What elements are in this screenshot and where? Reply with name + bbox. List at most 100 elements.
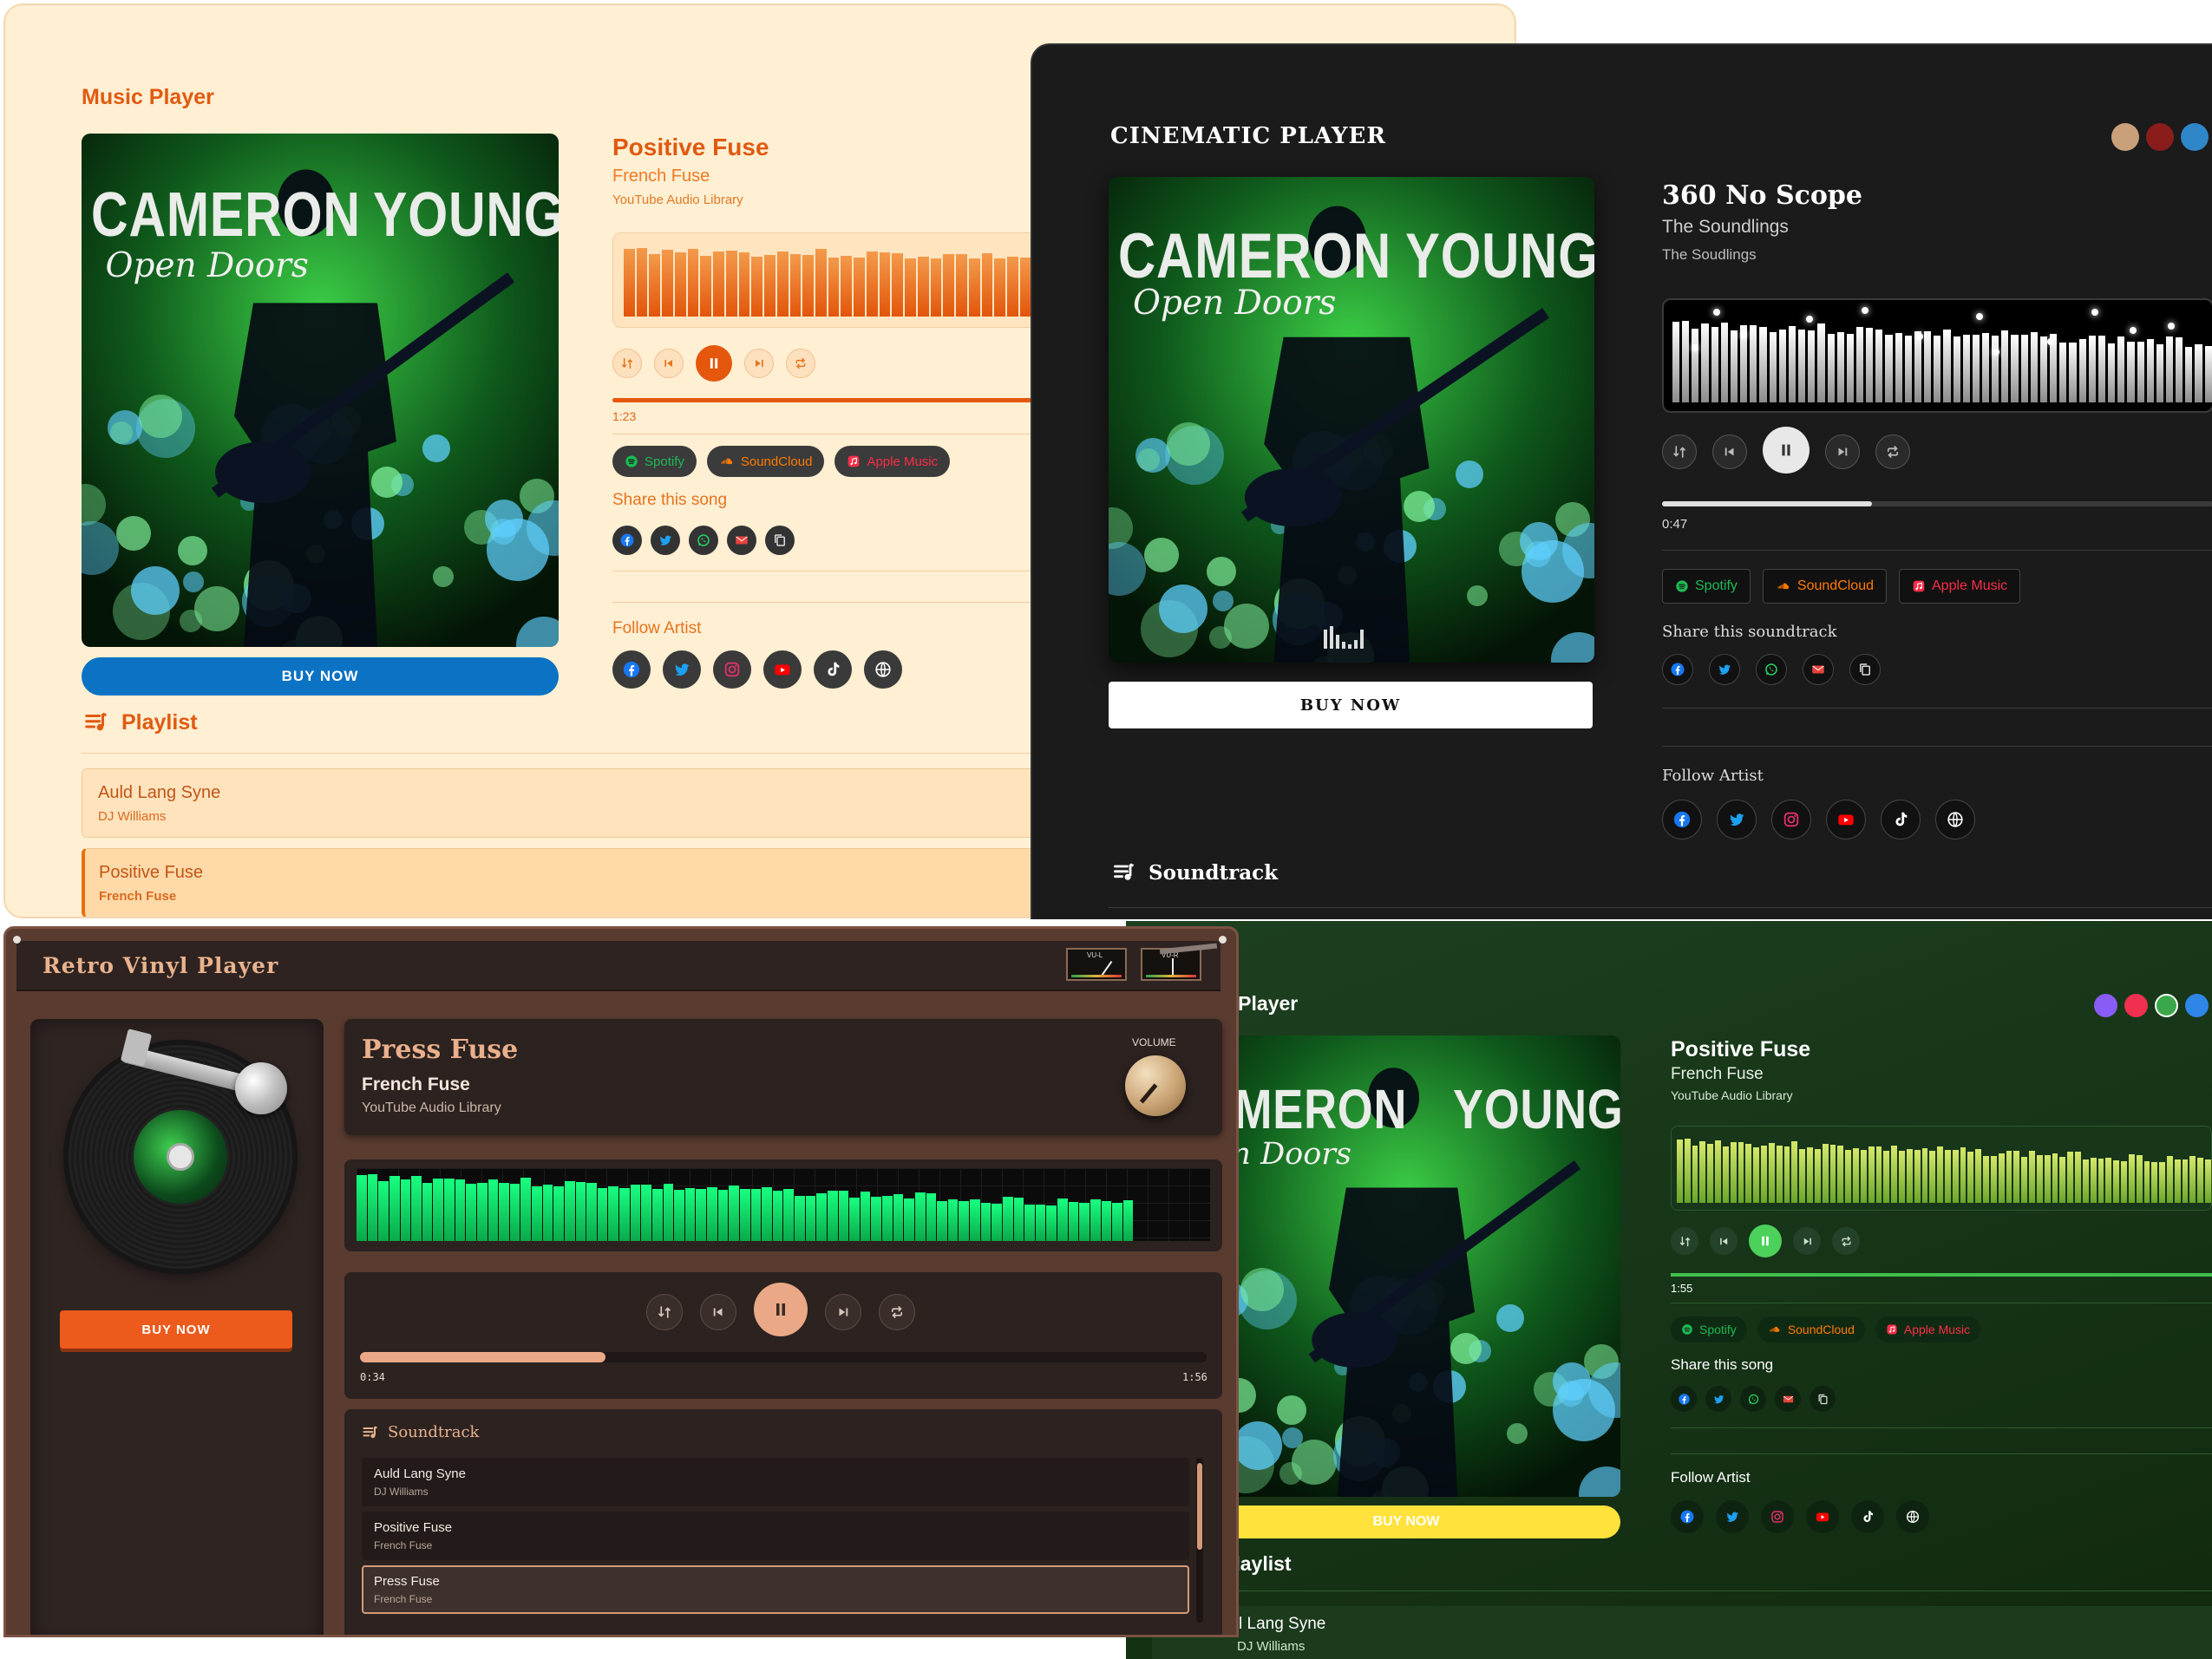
follow-youtube-button[interactable] bbox=[1826, 800, 1866, 839]
previous-button[interactable] bbox=[1710, 1227, 1738, 1255]
share-whatsapp-button[interactable] bbox=[1740, 1386, 1766, 1412]
apple-music-link[interactable]: Apple Music bbox=[1875, 1316, 1981, 1342]
follow-facebook-button[interactable] bbox=[612, 650, 651, 689]
share-whatsapp-button[interactable] bbox=[689, 526, 718, 555]
copy-link-button[interactable] bbox=[765, 526, 795, 555]
follow-twitter-button[interactable] bbox=[663, 650, 701, 689]
follow-tiktok-button[interactable] bbox=[1881, 800, 1921, 839]
follow-tiktok-button[interactable] bbox=[1851, 1500, 1884, 1533]
light-playlist-item-artist: DJ Williams bbox=[98, 809, 167, 824]
previous-button[interactable] bbox=[1712, 434, 1747, 469]
follow-facebook-button[interactable] bbox=[1662, 800, 1702, 839]
visualizer-bar bbox=[378, 1180, 389, 1241]
next-button[interactable] bbox=[744, 349, 774, 378]
share-email-button[interactable] bbox=[1775, 1386, 1801, 1412]
pause-button[interactable] bbox=[1763, 427, 1810, 474]
green-progress-track[interactable] bbox=[1671, 1273, 2212, 1277]
green-album-cover: AMERON YOUNG en Doors bbox=[1192, 1035, 1620, 1497]
spotify-link[interactable]: Spotify bbox=[612, 446, 697, 477]
artist-website-button[interactable] bbox=[864, 650, 902, 689]
theme-dot[interactable] bbox=[2146, 123, 2174, 151]
light-buy-now-button[interactable]: BUY NOW bbox=[82, 657, 559, 696]
retro-track-title: Press Fuse bbox=[362, 1035, 519, 1065]
visualizer-bar bbox=[674, 252, 686, 317]
share-facebook-button[interactable] bbox=[1662, 654, 1693, 685]
next-button[interactable] bbox=[1793, 1227, 1821, 1255]
theme-dot[interactable] bbox=[2155, 994, 2178, 1017]
spotify-link[interactable]: Spotify bbox=[1671, 1316, 1747, 1342]
repeat-button[interactable] bbox=[1832, 1227, 1860, 1255]
spotify-link[interactable]: Spotify bbox=[1662, 569, 1751, 604]
previous-button[interactable] bbox=[700, 1294, 736, 1330]
shuffle-button[interactable] bbox=[612, 349, 642, 378]
retro-playlist-scrollbar[interactable] bbox=[1196, 1458, 1203, 1623]
visualizer-bar bbox=[389, 1176, 400, 1241]
share-email-button[interactable] bbox=[727, 526, 756, 555]
shuffle-button[interactable] bbox=[1662, 434, 1697, 469]
green-buy-now-button[interactable]: BUY NOW bbox=[1192, 1506, 1620, 1538]
artist-website-button[interactable] bbox=[1935, 800, 1975, 839]
pause-button[interactable] bbox=[754, 1283, 808, 1336]
follow-twitter-button[interactable] bbox=[1717, 800, 1757, 839]
apple-music-label: Apple Music bbox=[867, 454, 939, 469]
follow-tiktok-button[interactable] bbox=[814, 650, 852, 689]
repeat-button[interactable] bbox=[786, 349, 815, 378]
visualizer-bar bbox=[687, 249, 699, 317]
theme-dot[interactable] bbox=[2094, 994, 2117, 1017]
follow-instagram-button[interactable] bbox=[1771, 800, 1811, 839]
light-player-header: Music Player bbox=[82, 85, 214, 109]
facebook-icon bbox=[1678, 1393, 1691, 1406]
follow-twitter-button[interactable] bbox=[1716, 1500, 1749, 1533]
share-twitter-button[interactable] bbox=[1705, 1386, 1731, 1412]
shuffle-button[interactable] bbox=[646, 1294, 683, 1330]
follow-facebook-button[interactable] bbox=[1671, 1500, 1704, 1533]
cinematic-progress-track[interactable] bbox=[1662, 501, 2212, 506]
theme-dot[interactable] bbox=[2181, 123, 2209, 151]
repeat-button[interactable] bbox=[1875, 434, 1910, 469]
pause-button[interactable] bbox=[696, 345, 732, 382]
share-twitter-button[interactable] bbox=[1709, 654, 1740, 685]
shuffle-button[interactable] bbox=[1671, 1227, 1698, 1255]
copy-link-button[interactable] bbox=[1810, 1386, 1836, 1412]
retro-buy-now-button[interactable]: BUY NOW bbox=[60, 1310, 292, 1349]
soundcloud-link[interactable]: SoundCloud bbox=[706, 446, 825, 477]
next-button[interactable] bbox=[825, 1294, 861, 1330]
artist-website-button[interactable] bbox=[1896, 1500, 1929, 1533]
retro-playlist-item[interactable]: Positive Fuse French Fuse bbox=[362, 1512, 1189, 1560]
retro-controls bbox=[646, 1283, 915, 1336]
visualizer-bar bbox=[2167, 1156, 2173, 1203]
volume-knob[interactable] bbox=[1125, 1055, 1186, 1116]
visualizer-bar bbox=[532, 1185, 542, 1241]
cinematic-buy-now-button[interactable]: BUY NOW bbox=[1109, 682, 1593, 728]
copy-link-button[interactable] bbox=[1849, 654, 1881, 685]
retro-playlist-item[interactable]: Auld Lang Syne DJ Williams bbox=[362, 1458, 1189, 1506]
visualizer-bar bbox=[1738, 1142, 1744, 1203]
previous-button[interactable] bbox=[654, 349, 684, 378]
follow-youtube-button[interactable] bbox=[763, 650, 802, 689]
theme-dot[interactable] bbox=[2111, 123, 2139, 151]
follow-instagram-button[interactable] bbox=[1761, 1500, 1794, 1533]
soundcloud-link[interactable]: SoundCloud bbox=[1757, 1316, 1865, 1342]
theme-dot[interactable] bbox=[2185, 994, 2209, 1017]
retro-playlist-item-active[interactable]: Press Fuse French Fuse bbox=[362, 1565, 1189, 1614]
share-facebook-button[interactable] bbox=[612, 526, 642, 555]
whatsapp-icon bbox=[1764, 662, 1779, 677]
light-playlist-item-title: Positive Fuse bbox=[99, 863, 204, 882]
apple-music-link[interactable]: Apple Music bbox=[834, 446, 951, 477]
pause-button[interactable] bbox=[1749, 1225, 1782, 1257]
repeat-icon bbox=[1885, 444, 1901, 460]
share-email-button[interactable] bbox=[1803, 654, 1834, 685]
next-button[interactable] bbox=[1825, 434, 1860, 469]
repeat-button[interactable] bbox=[879, 1294, 915, 1330]
retro-playlist-scrollbar-thumb[interactable] bbox=[1197, 1463, 1202, 1550]
apple-music-link[interactable]: Apple Music bbox=[1899, 569, 2021, 604]
theme-dot[interactable] bbox=[2124, 994, 2148, 1017]
share-whatsapp-button[interactable] bbox=[1756, 654, 1787, 685]
follow-youtube-button[interactable] bbox=[1806, 1500, 1839, 1533]
soundcloud-link[interactable]: SoundCloud bbox=[1762, 569, 1887, 604]
retro-progress-track[interactable] bbox=[360, 1352, 1207, 1362]
share-facebook-button[interactable] bbox=[1671, 1386, 1697, 1412]
share-twitter-button[interactable] bbox=[651, 526, 680, 555]
follow-instagram-button[interactable] bbox=[713, 650, 751, 689]
green-playlist-item[interactable]: l Lang Syne DJ Williams bbox=[1126, 1606, 2212, 1659]
